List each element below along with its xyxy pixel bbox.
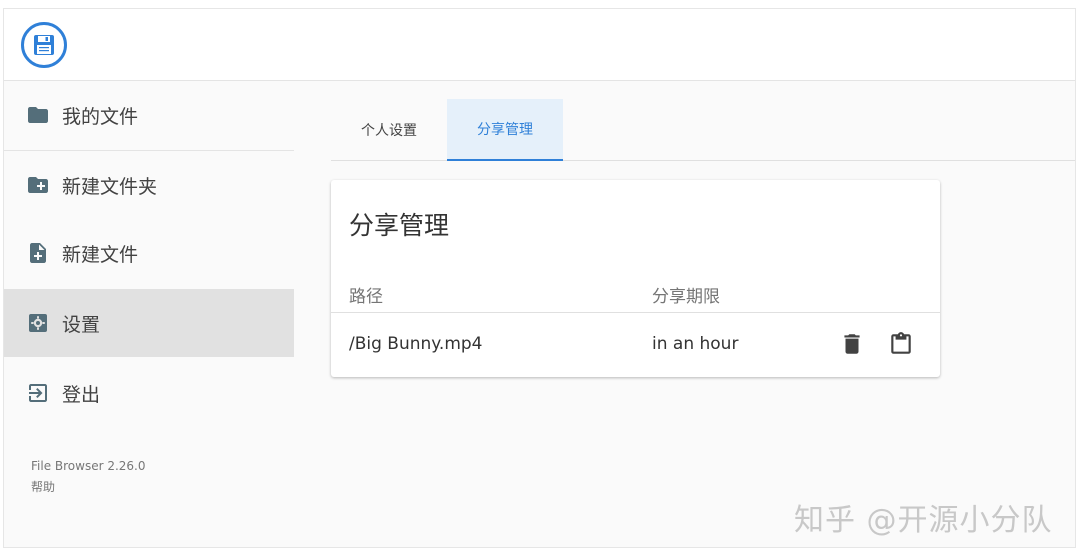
sidebar-item-label: 登出 xyxy=(62,383,101,406)
sidebar: 我的文件 新建文件夹 新建文件 设置 登出 File Browser 2.26.… xyxy=(4,81,294,547)
sidebar-item-label: 新建文件 xyxy=(62,243,139,266)
new-folder-icon xyxy=(26,173,50,197)
sidebar-item-logout[interactable]: 登出 xyxy=(4,359,294,427)
sidebar-item-label: 设置 xyxy=(62,313,101,336)
column-header-path: 路径 xyxy=(349,287,383,307)
sidebar-item-label: 新建文件夹 xyxy=(62,175,158,198)
sidebar-item-settings[interactable]: 设置 xyxy=(4,289,294,357)
card-title: 分享管理 xyxy=(349,211,450,240)
logout-icon xyxy=(26,381,50,405)
version-text: File Browser 2.26.0 xyxy=(31,459,146,473)
floppy-disk-icon xyxy=(34,35,54,55)
settings-icon xyxy=(26,311,50,335)
watermark-text: 知乎 @开源小分队 xyxy=(794,503,1053,538)
help-link[interactable]: 帮助 xyxy=(31,478,55,495)
app-window: 我的文件 新建文件夹 新建文件 设置 登出 File Browser 2.26.… xyxy=(3,8,1076,548)
sidebar-item-new-file[interactable]: 新建文件 xyxy=(4,219,294,287)
app-header xyxy=(4,9,1075,81)
settings-tabs: 个人设置 分享管理 xyxy=(331,99,1075,161)
clipboard-icon xyxy=(891,332,911,354)
tab-profile-settings[interactable]: 个人设置 xyxy=(331,99,447,161)
new-file-icon xyxy=(26,241,50,265)
folder-icon xyxy=(26,103,50,127)
share-path-cell[interactable]: /Big Bunny.mp4 xyxy=(349,334,483,354)
table-divider xyxy=(331,312,940,313)
sidebar-item-my-files[interactable]: 我的文件 xyxy=(4,81,294,149)
sidebar-item-new-folder[interactable]: 新建文件夹 xyxy=(4,151,294,219)
copy-link-button[interactable] xyxy=(887,330,915,358)
logo[interactable] xyxy=(21,22,67,68)
column-header-expires: 分享期限 xyxy=(652,287,720,307)
trash-icon xyxy=(844,334,860,354)
delete-share-button[interactable] xyxy=(838,330,866,358)
sidebar-item-label: 我的文件 xyxy=(62,105,139,128)
tab-share-management[interactable]: 分享管理 xyxy=(447,99,563,161)
share-expires-cell: in an hour xyxy=(652,334,739,354)
share-management-card: 分享管理 路径 分享期限 /Big Bunny.mp4 in an hour xyxy=(331,180,940,377)
